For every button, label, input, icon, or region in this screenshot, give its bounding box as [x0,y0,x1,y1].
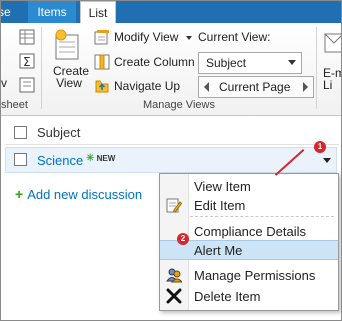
current-page-label: Current Page [219,80,291,94]
group-separator [41,27,42,109]
create-column-icon [94,54,110,70]
page-navigator: Current Page [198,76,314,98]
totals-icon[interactable]: Σ [19,53,35,69]
item-menu-button[interactable] [319,151,335,169]
delete-icon [166,288,182,304]
tab-partial[interactable]: se [1,1,20,23]
callout-badge-2: 2 [177,233,189,245]
add-new-discussion-label: Add new discussion [27,187,143,202]
menu-item-label: Alert Me [194,243,243,258]
menu-item-label: Delete Item [194,289,261,304]
edit-icon [166,198,182,213]
row-checkbox[interactable] [14,153,27,166]
plus-icon: + [15,186,24,202]
navigate-up-button[interactable]: Navigate Up [114,79,180,93]
modify-view-icon [94,30,109,45]
menu-item-view-item[interactable]: View Item [160,176,338,196]
email-link-label-2: Li [323,78,333,92]
sheet-icon[interactable] [19,77,35,93]
next-page-icon[interactable] [303,82,308,92]
ribbon-tab-bar: se Items List [1,1,341,25]
add-new-discussion-link[interactable]: + Add new discussion [15,186,142,202]
modify-view-button[interactable]: Modify View [114,30,192,44]
callout-badge-1: 1 [314,141,326,153]
email-link-icon[interactable] [323,31,342,55]
chevron-down-icon [323,158,331,163]
current-view-select[interactable]: Subject [198,52,302,74]
tab-list[interactable]: List [80,1,116,25]
new-badge: ✳ NEW [86,153,115,164]
create-view-icon[interactable] [53,29,83,61]
previous-page-icon[interactable] [204,82,209,92]
ribbon-partial-text: v [1,76,7,90]
current-view-value: Subject [206,56,247,70]
item-title-link[interactable]: Science [37,153,83,168]
tab-items[interactable]: Items [28,1,76,23]
menu-item-edit-item[interactable]: Edit Item [160,195,338,215]
group-label-manage-views: Manage Views [143,99,215,111]
email-link-button[interactable]: E-m Li [323,67,341,92]
modify-view-label: Modify View [114,30,179,44]
menu-item-label: Edit Item [194,198,246,213]
ribbon: Σ v sheet Create View Modify View Create… [1,23,341,116]
chevron-down-icon [185,35,192,40]
menu-separator [190,216,334,218]
menu-item-manage-permissions[interactable]: Manage Permissions [160,265,338,285]
menu-item-label: View Item [194,179,251,194]
new-star-icon: ✳ [86,153,95,164]
create-view-button[interactable]: Create View [53,65,89,90]
menu-item-delete-item[interactable]: Delete Item [160,286,338,306]
menu-item-label: Manage Permissions [194,268,316,283]
create-column-button[interactable]: Create Column [114,55,195,69]
group-label-partial: sheet [1,99,28,111]
current-view-label: Current View: [198,30,271,44]
sharepoint-window: se Items List Σ v sheet Create V [0,0,342,321]
dropdown-arrow-icon [288,60,296,65]
manage-permissions-icon [166,268,182,283]
navigate-up-icon [95,80,109,93]
svg-text:Σ: Σ [23,55,31,69]
group-separator [316,27,317,109]
divider [5,144,339,145]
create-view-label-2: View [56,76,82,90]
select-all-checkbox[interactable] [14,126,27,139]
column-header-subject[interactable]: Subject [37,125,80,140]
new-badge-label: NEW [96,154,116,163]
menu-item-label: Compliance Details [194,224,306,239]
datasheet-icon[interactable] [19,29,35,45]
